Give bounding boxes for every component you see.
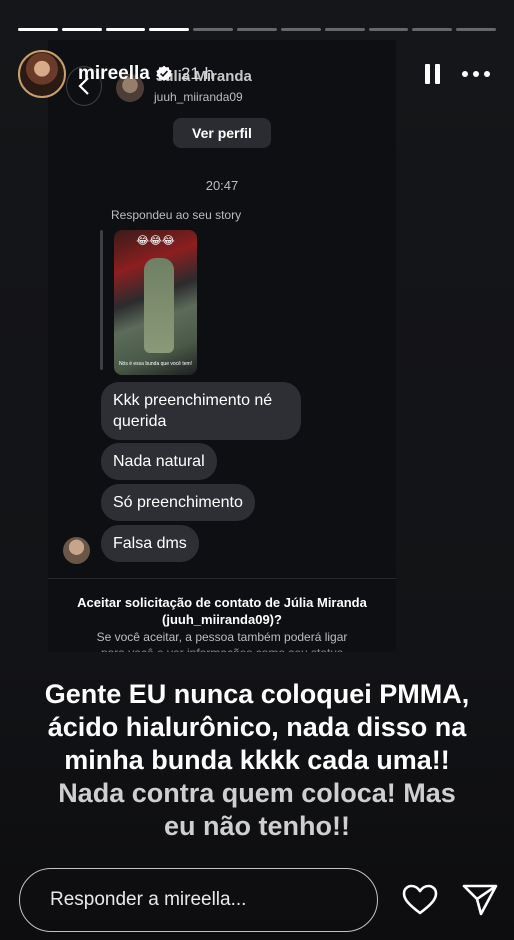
caption-line: Gente EU nunca coloquei PMMA, — [44, 679, 470, 709]
thumbnail-caption: Nós é essa bunda que você tem! — [118, 361, 193, 367]
progress-segment — [456, 28, 496, 31]
progress-segment — [61, 28, 102, 31]
divider — [48, 578, 396, 579]
send-icon[interactable] — [460, 880, 500, 920]
heart-icon[interactable] — [400, 880, 440, 920]
progress-segment — [324, 28, 365, 31]
caption-line: eu não tenho!! — [164, 811, 350, 841]
replied-to-story-label: Respondeu ao seu story — [111, 208, 242, 222]
accept-request-subtitle-cut: para você e ver informações como seu sta… — [58, 646, 386, 652]
story-username[interactable]: mireella — [78, 63, 150, 85]
dm-screenshot: Júlia Miranda juuh_miiranda09 Ver perfil… — [48, 40, 396, 652]
story-progress-bar — [18, 28, 496, 31]
message-bubble: Só preenchimento — [101, 484, 255, 521]
caption-line: Nada contra quem coloca! Mas — [58, 778, 456, 808]
sender-avatar — [63, 537, 90, 564]
avatar[interactable] — [18, 50, 66, 98]
caption-line: ácido hialurônico, nada disso na — [47, 712, 467, 742]
story-header: mireella 21 h — [18, 48, 500, 100]
progress-segment — [412, 28, 453, 31]
reply-input[interactable]: Responder a mireella... — [19, 868, 378, 932]
progress-segment — [18, 28, 58, 31]
story-time: 21 h — [180, 64, 214, 83]
progress-segment — [149, 28, 190, 31]
progress-segment — [193, 28, 234, 31]
reply-indicator-bar — [100, 230, 103, 370]
message-bubble: Nada natural — [101, 443, 217, 480]
pause-icon[interactable] — [412, 54, 452, 94]
progress-segment — [105, 28, 146, 31]
view-profile-button: Ver perfil — [173, 118, 271, 148]
story-caption: Gente EU nunca coloquei PMMA, ácido hial… — [14, 678, 500, 843]
more-icon[interactable] — [452, 54, 500, 94]
story-thumbnail: 😂😂😂 Nós é essa bunda que você tem! — [114, 230, 197, 375]
verified-badge-icon — [156, 65, 172, 82]
story-viewer: Júlia Miranda juuh_miiranda09 Ver perfil… — [0, 0, 514, 940]
thumbnail-emoji: 😂😂😂 — [136, 235, 175, 247]
message-bubble: Kkk preenchimento né querida — [101, 382, 301, 440]
message-timestamp: 20:47 — [205, 178, 239, 193]
accept-request-subtitle: Se você aceitar, a pessoa também poderá … — [96, 630, 348, 644]
progress-segment — [280, 28, 321, 31]
progress-segment — [237, 28, 277, 31]
progress-segment — [368, 28, 409, 31]
caption-line: minha bunda kkkk cada uma!! — [64, 745, 450, 775]
thumbnail-figure — [144, 258, 174, 353]
message-bubble: Falsa dms — [101, 525, 199, 562]
accept-request-title: Aceitar solicitação de contato de Júlia … — [77, 595, 367, 627]
